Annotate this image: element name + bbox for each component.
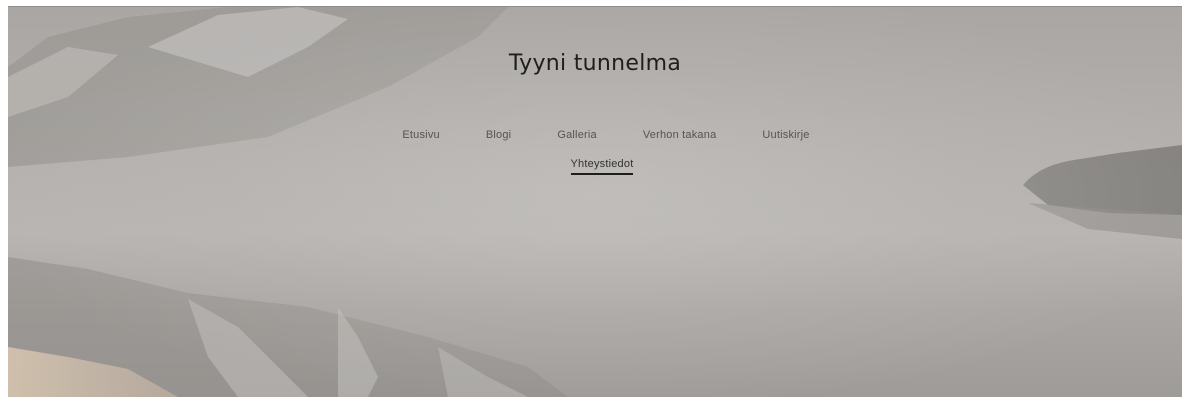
nav-item-etusivu[interactable]: Etusivu: [402, 129, 439, 141]
nav-item-verhon-takana[interactable]: Verhon takana: [643, 129, 717, 141]
hero-banner: Tyyni tunnelma Etusivu Blogi Galleria Ve…: [8, 6, 1182, 397]
main-nav: Etusivu Blogi Galleria Verhon takana Uut…: [8, 129, 1182, 141]
nav-item-yhteystiedot-active[interactable]: Yhteystiedot: [570, 158, 634, 175]
main-nav-row-2: Yhteystiedot: [8, 152, 1182, 175]
site-title[interactable]: Tyyni tunnelma: [8, 51, 1182, 76]
nav-item-uutiskirje[interactable]: Uutiskirje: [762, 129, 809, 141]
nav-item-galleria[interactable]: Galleria: [557, 129, 597, 141]
nav-item-blogi[interactable]: Blogi: [486, 129, 511, 141]
